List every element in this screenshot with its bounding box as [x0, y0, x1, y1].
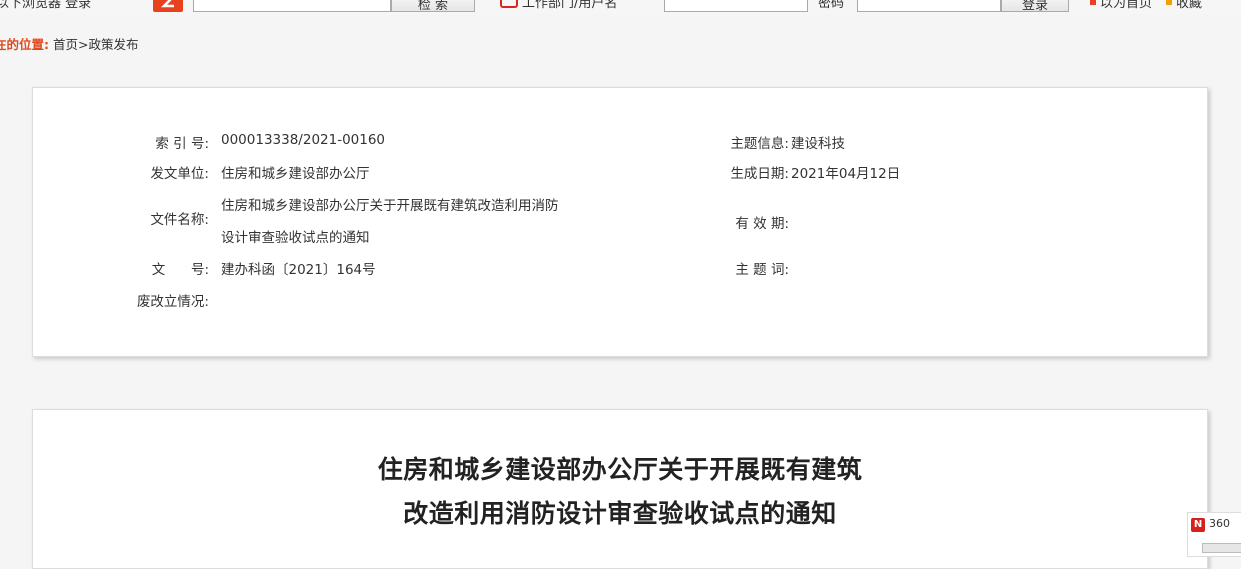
breadcrumb: 在的位置: 首页>政策发布	[0, 34, 138, 53]
favorite-icon	[1166, 0, 1172, 5]
user-icon	[500, 0, 518, 8]
keywords-label: 主 题 词:	[735, 262, 789, 278]
index-no-label: 索 引 号:	[155, 136, 209, 152]
issuer-label: 发文单位:	[150, 166, 209, 182]
topic-label: 主题信息:	[730, 136, 789, 152]
date-value: 2021年04月12日	[791, 166, 901, 182]
issuer-value: 住房和城乡建设部办公厅	[221, 166, 370, 182]
breadcrumb-path[interactable]: 首页>政策发布	[53, 37, 138, 52]
add-favorite-link[interactable]: 收藏	[1176, 0, 1202, 11]
document-title-line1: 住房和城乡建设部办公厅关于开展既有建筑	[377, 455, 863, 484]
widget-label: 360	[1209, 517, 1230, 530]
login-button[interactable]: 登录	[1001, 0, 1069, 13]
password-input[interactable]	[857, 0, 1001, 12]
topic-value: 建设科技	[791, 136, 845, 152]
home-icon	[1090, 0, 1096, 5]
widget-bar[interactable]	[1202, 543, 1241, 553]
file-name-line2: 设计审查验收试点的通知	[221, 230, 370, 246]
file-name-label: 文件名称:	[150, 212, 209, 228]
username-input[interactable]	[664, 0, 808, 12]
dept-user-label: 工作部门/用户名	[522, 0, 618, 11]
browser-hint-text: 以下浏览器 登录	[0, 0, 92, 11]
set-homepage-link[interactable]: 以为首页	[1100, 0, 1152, 11]
top-login-bar: 以下浏览器 登录 检 索 工作部门/用户名 密码 登录 以为首页 收藏	[0, 0, 1241, 14]
browser-360-widget[interactable]: N 360	[1187, 512, 1241, 557]
file-name-line1: 住房和城乡建设部办公厅关于开展既有建筑改造利用消防	[221, 198, 559, 214]
search-button[interactable]: 检 索	[391, 0, 475, 13]
doc-no-label: 文 号:	[151, 262, 209, 278]
site-logo-icon[interactable]	[153, 0, 183, 12]
doc-no-value: 建办科函〔2021〕164号	[221, 262, 376, 278]
news-icon: N	[1191, 518, 1205, 532]
status-label: 废改立情况:	[136, 294, 209, 310]
password-label: 密码	[818, 0, 845, 11]
search-input[interactable]	[193, 0, 391, 12]
document-content-card: 住房和城乡建设部办公厅关于开展既有建筑 改造利用消防设计审查验收试点的通知	[32, 409, 1208, 569]
validity-label: 有 效 期:	[735, 216, 789, 232]
breadcrumb-label: 在的位置:	[0, 37, 49, 52]
document-title-line2: 改造利用消防设计审查验收试点的通知	[403, 499, 837, 528]
date-label: 生成日期:	[730, 166, 789, 182]
document-metadata-card: 索 引 号: 000013338/2021-00160 发文单位: 住房和城乡建…	[32, 87, 1208, 357]
index-no-value: 000013338/2021-00160	[221, 132, 386, 148]
